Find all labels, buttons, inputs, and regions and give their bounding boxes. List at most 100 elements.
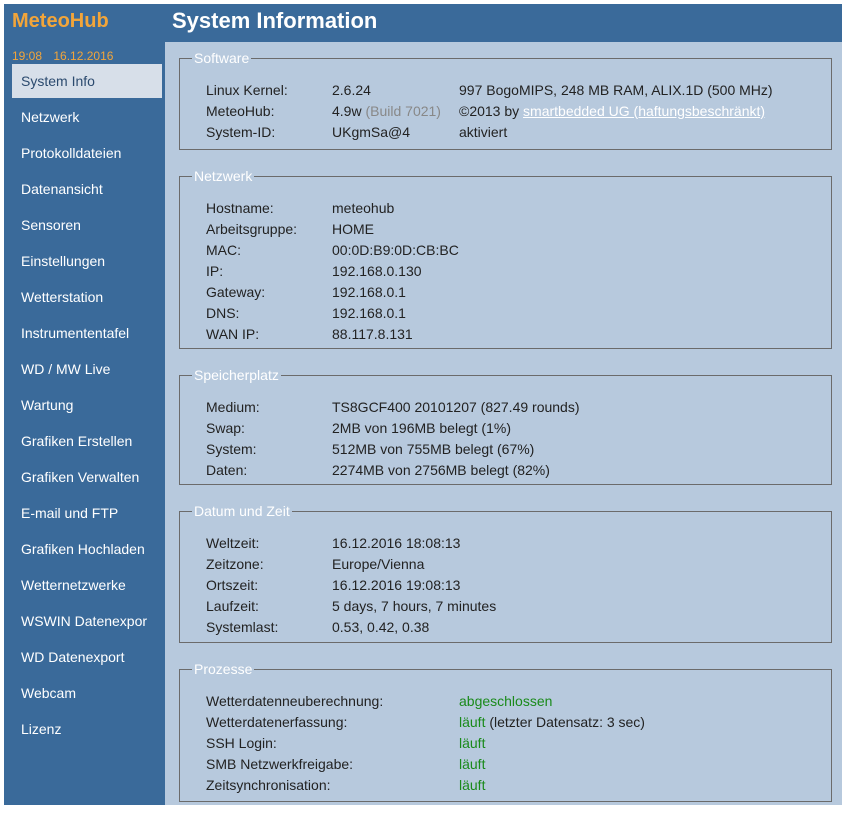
nav-item-sensoren[interactable]: Sensoren [4,208,162,242]
datetime-label: Laufzeit: [206,598,259,614]
meteohub-label: MeteoHub: [206,103,275,119]
datetime-section: Datum und Zeit Weltzeit: 16.12.2016 18:08… [179,503,832,643]
nav-item-webcam[interactable]: Webcam [4,676,162,710]
process-status: läuft [459,756,486,772]
nav-item-system-info[interactable]: System Info [12,64,162,98]
network-section: Netzwerk Hostname: meteohub Arbeitsgruppe… [179,168,832,349]
storage-row-medium: Medium: TS8GCF400 20101207 (827.49 rounds… [206,397,806,418]
storage-value: TS8GCF400 20101207 (827.49 rounds) [332,399,580,415]
storage-label: Swap: [206,420,245,436]
process-row-smb: SMB Netzwerkfreigabe: läuft [206,754,806,775]
network-label: MAC: [206,242,241,258]
process-row-neuberechnung: Wetterdatenneuberechnung: abgeschlossen [206,691,806,712]
process-row-erfassung: Wetterdatenerfassung: läuft (letzter Date… [206,712,806,733]
nav-item-instrumententafel[interactable]: Instrumententafel [4,316,162,350]
network-legend: Netzwerk [194,168,253,184]
page-title: System Information [172,8,378,33]
network-row-mac: MAC: 00:0D:B9:0D:CB:BC [206,240,806,261]
nav-item-wetternetzwerke[interactable]: Wetternetzwerke [4,568,162,602]
nav-item-datenansicht[interactable]: Datenansicht [4,172,162,206]
datetime-label: Ortszeit: [206,577,259,593]
nav-item-wartung[interactable]: Wartung [4,388,162,422]
process-label: SMB Netzwerkfreigabe: [206,756,354,772]
network-value: meteohub [332,200,395,216]
process-label: SSH Login: [206,735,277,751]
network-label: Arbeitsgruppe: [206,221,298,237]
storage-section: Speicherplatz Medium: TS8GCF400 20101207 … [179,367,832,485]
datetime-label: Weltzeit: [206,535,260,551]
storage-value: 2274MB von 2756MB belegt (82%) [332,462,550,478]
software-section: Software Linux Kernel: 2.6.24 997 BogoMI… [179,50,832,150]
kernel-label: Linux Kernel: [206,82,288,98]
meteohub-version: 4.9w [332,103,362,119]
network-row-wan-ip: WAN IP: 88.117.8.131 [206,324,806,345]
storage-label: Medium: [206,399,260,415]
app-logo: MeteoHub [12,10,109,32]
nav-item-netzwerk[interactable]: Netzwerk [4,100,162,134]
storage-legend: Speicherplatz [194,367,279,383]
process-status: läuft [459,777,486,793]
nav-item-grafiken-hochladen[interactable]: Grafiken Hochladen [4,532,162,566]
copyright-cell: ©2013 by smartbedded UG (haftungsbeschrä… [459,101,765,122]
software-legend: Software [194,50,250,66]
process-status: läuft [459,714,486,730]
storage-value: 512MB von 755MB belegt (67%) [332,441,535,457]
nav-item-wswin-datenexport[interactable]: WSWIN Datenexpor [4,604,162,638]
meteohub-row: MeteoHub: 4.9w (Build 7021) ©2013 by sma… [206,101,806,122]
datetime-value: 0.53, 0.42, 0.38 [332,619,430,635]
network-value: HOME [332,221,374,237]
clock: 19:08 16.12.2016 [12,49,121,63]
network-value: 00:0D:B9:0D:CB:BC [332,242,459,258]
kernel-value: 2.6.24 [332,82,371,98]
processes-section: Prozesse Wetterdatenneuberechnung: abgesc… [179,661,832,802]
datetime-row-systemlast: Systemlast: 0.53, 0.42, 0.38 [206,617,806,638]
datetime-row-ortszeit: Ortszeit: 16.12.2016 19:08:13 [206,575,806,596]
datetime-label: Zeitzone: [206,556,264,572]
smartbedded-link[interactable]: smartbedded UG (haftungsbeschränkt) [523,103,765,119]
nav-item-wd-datenexport[interactable]: WD Datenexport [4,640,162,674]
process-row-ssh: SSH Login: läuft [206,733,806,754]
network-label: DNS: [206,305,240,321]
datetime-value: 16.12.2016 18:08:13 [332,535,461,551]
sysid-value: UKgmSa@4 [332,124,411,140]
datetime-value: 16.12.2016 19:08:13 [332,577,461,593]
nav-item-wetterstation[interactable]: Wetterstation [4,280,162,314]
meteohub-build: (Build 7021) [365,103,441,119]
kernel-row: Linux Kernel: 2.6.24 997 BogoMIPS, 248 M… [206,80,806,101]
process-status: abgeschlossen [459,693,553,709]
clock-time: 19:08 [12,49,43,63]
storage-value: 2MB von 196MB belegt (1%) [332,420,511,436]
nav-item-email-ftp[interactable]: E-mail und FTP [4,496,162,530]
storage-row-swap: Swap: 2MB von 196MB belegt (1%) [206,418,806,439]
nav-item-lizenz[interactable]: Lizenz [4,712,162,746]
network-value: 192.168.0.130 [332,263,422,279]
datetime-row-weltzeit: Weltzeit: 16.12.2016 18:08:13 [206,533,806,554]
storage-row-system: System: 512MB von 755MB belegt (67%) [206,439,806,460]
kernel-info: 997 BogoMIPS, 248 MB RAM, ALIX.1D (500 M… [459,82,773,98]
content-panel: Software Linux Kernel: 2.6.24 997 BogoMI… [165,42,842,805]
nav-item-wd-mw-live[interactable]: WD / MW Live [4,352,162,386]
datetime-value: 5 days, 7 hours, 7 minutes [332,598,497,614]
process-status-cell: läuft (letzter Datensatz: 3 sec) [459,712,645,733]
meteohub-version-cell: 4.9w (Build 7021) [332,101,441,122]
network-value: 88.117.8.131 [332,326,413,342]
nav-item-protokolldateien[interactable]: Protokolldateien [4,136,162,170]
datetime-row-zeitzone: Zeitzone: Europe/Vienna [206,554,806,575]
sysid-status: aktiviert [459,124,508,140]
network-label: Gateway: [206,284,266,300]
storage-row-daten: Daten: 2274MB von 2756MB belegt (82%) [206,460,806,481]
network-label: IP: [206,263,224,279]
process-label: Zeitsynchronisation: [206,777,331,793]
nav-item-grafiken-erstellen[interactable]: Grafiken Erstellen [4,424,162,458]
network-value: 192.168.0.1 [332,305,406,321]
storage-label: Daten: [206,462,248,478]
sysid-row: System-ID: UKgmSa@4 aktiviert [206,122,806,143]
process-status: läuft [459,735,486,751]
nav-item-grafiken-verwalten[interactable]: Grafiken Verwalten [4,460,162,494]
network-row-ip: IP: 192.168.0.130 [206,261,806,282]
network-value: 192.168.0.1 [332,284,406,300]
copyright-prefix: ©2013 by [459,103,520,119]
process-label: Wetterdatenerfassung: [206,714,348,730]
nav-item-einstellungen[interactable]: Einstellungen [4,244,162,278]
process-row-zeitsync: Zeitsynchronisation: läuft [206,775,806,796]
